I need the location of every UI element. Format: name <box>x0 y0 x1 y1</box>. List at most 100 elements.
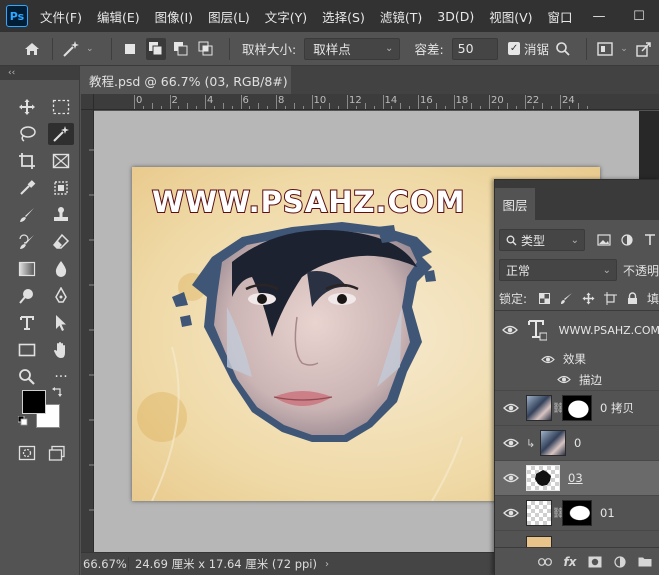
add-mask-button[interactable] <box>585 552 605 572</box>
stamp-tool[interactable] <box>48 204 74 226</box>
dodge-tool[interactable] <box>14 285 40 307</box>
layer-item-partial[interactable] <box>495 531 659 548</box>
menu-image[interactable]: 图像(I) <box>155 7 193 26</box>
status-menu-arrow[interactable]: › <box>325 559 329 570</box>
visibility-toggle[interactable] <box>500 508 522 518</box>
sample-size-select[interactable]: 取样点 ⌄ <box>304 37 401 60</box>
sample-all-layers-button[interactable] <box>553 38 573 60</box>
default-colors-icon[interactable] <box>18 416 28 426</box>
lock-all-button[interactable] <box>624 289 641 307</box>
layer-item-0-copy[interactable]: ⛓ 0 拷贝 <box>495 391 659 426</box>
magic-wand-tool[interactable] <box>48 123 74 145</box>
visibility-toggle[interactable] <box>537 355 559 364</box>
subtract-from-selection-button[interactable] <box>171 38 191 60</box>
filter-adjustment-button[interactable] <box>618 231 636 249</box>
lock-position-button[interactable] <box>580 289 597 307</box>
new-adjustment-layer-button[interactable] <box>610 552 630 572</box>
ruler-tick-label: 24 <box>562 95 575 106</box>
new-selection-button[interactable] <box>120 38 140 60</box>
visibility-toggle[interactable] <box>553 375 575 384</box>
layer-filter-select[interactable]: 类型 ⌄ <box>499 229 585 251</box>
layer-mask-thumbnail[interactable] <box>562 395 592 421</box>
filter-type-button[interactable] <box>641 231 659 249</box>
home-button[interactable] <box>20 37 44 61</box>
menu-type[interactable]: 文字(Y) <box>265 7 307 26</box>
foreground-color-swatch[interactable] <box>22 390 46 414</box>
adjustment-icon <box>614 555 626 568</box>
blur-tool[interactable] <box>48 258 74 280</box>
zoom-tool[interactable] <box>14 366 40 388</box>
frame-tool[interactable] <box>48 150 74 172</box>
gradient-tool[interactable] <box>14 258 40 280</box>
tolerance-input[interactable]: 50 <box>451 37 499 60</box>
chevron-down-icon: ⌄ <box>85 43 94 54</box>
zoom-level[interactable]: 66.67% <box>81 557 129 571</box>
rectangle-tool[interactable] <box>14 339 40 361</box>
share-button[interactable] <box>634 38 654 60</box>
horizontal-ruler[interactable]: 0 2 4 6 8 10 12 14 16 18 20 22 24 <box>94 94 659 110</box>
layer-effect-stroke[interactable]: 描边 <box>495 369 659 391</box>
marquee-tool[interactable] <box>48 96 74 118</box>
document-tab[interactable]: 教程.psd @ 66.7% (03, RGB/8#) * × <box>81 66 291 94</box>
menu-filter[interactable]: 滤镜(T) <box>380 7 422 26</box>
layer-item-03[interactable]: 03 <box>495 461 659 496</box>
add-layer-style-button[interactable]: fx <box>560 552 580 572</box>
add-to-selection-button[interactable] <box>145 37 166 60</box>
ruler-tick <box>489 95 490 109</box>
antialias-checkbox[interactable]: ✓ <box>508 42 521 55</box>
select-subject-button[interactable] <box>595 38 615 60</box>
crop-tool[interactable] <box>14 150 40 172</box>
vertical-ruler[interactable] <box>81 110 94 552</box>
lock-transparent-button[interactable] <box>536 289 553 307</box>
brush-tool[interactable] <box>14 204 40 226</box>
layer-item-text[interactable]: WWW.PSAHZ.COM <box>495 311 659 349</box>
ruler-minor-tick <box>178 106 180 109</box>
blend-mode-select[interactable]: 正常 ⌄ <box>499 259 617 281</box>
lasso-tool[interactable] <box>14 123 40 145</box>
text-layer-thumbnail <box>524 317 548 343</box>
layer-item-01[interactable]: ⛓ 01 <box>495 496 659 531</box>
screen-mode-button[interactable] <box>44 442 70 464</box>
menu-select[interactable]: 选择(S) <box>322 7 365 26</box>
history-brush-tool[interactable] <box>14 231 40 253</box>
lock-image-button[interactable] <box>558 289 575 307</box>
ruler-minor-tick <box>409 106 411 109</box>
move-tool[interactable] <box>14 96 40 118</box>
path-selection-tool[interactable] <box>48 312 74 334</box>
visibility-toggle[interactable] <box>500 403 522 413</box>
toolbox-collapse-button[interactable]: ‹‹ <box>0 66 79 80</box>
ruler-minor-tick <box>284 106 286 109</box>
lock-artboard-button[interactable] <box>602 289 619 307</box>
layer-mask-thumbnail[interactable] <box>562 500 592 526</box>
menu-edit[interactable]: 编辑(E) <box>97 7 140 26</box>
pen-tool[interactable] <box>48 285 74 307</box>
type-tool[interactable] <box>14 312 40 334</box>
visibility-toggle[interactable] <box>500 473 522 483</box>
menu-3d[interactable]: 3D(D) <box>437 9 474 24</box>
layer-effects-row[interactable]: 效果 <box>495 349 659 369</box>
visibility-toggle[interactable] <box>500 325 520 335</box>
link-layers-button[interactable] <box>535 552 555 572</box>
filter-pixel-button[interactable] <box>595 231 613 249</box>
eraser-tool[interactable] <box>48 231 74 253</box>
maximize-button[interactable]: ☐ <box>619 9 659 24</box>
layer-item-0[interactable]: ↳ 0 <box>495 426 659 461</box>
eyedropper-tool[interactable] <box>14 177 40 199</box>
spot-healing-tool[interactable] <box>48 177 74 199</box>
quick-mask-button[interactable] <box>14 442 40 464</box>
tab-layers[interactable]: 图层 <box>495 188 535 220</box>
visibility-toggle[interactable] <box>500 438 522 448</box>
menu-file[interactable]: 文件(F) <box>40 7 82 26</box>
ruler-origin[interactable] <box>81 94 94 110</box>
chevron-down-icon: ⌄ <box>570 234 579 246</box>
magic-wand-preset-button[interactable] <box>61 38 81 60</box>
intersect-selection-button[interactable] <box>196 38 216 60</box>
menu-view[interactable]: 视图(V) <box>489 7 532 26</box>
swap-colors-icon[interactable] <box>52 386 64 398</box>
minimize-button[interactable]: — <box>579 9 619 24</box>
more-tools-button[interactable]: ··· <box>48 366 74 388</box>
layer-name: 03 <box>568 471 583 485</box>
menu-layer[interactable]: 图层(L) <box>208 7 250 26</box>
new-group-button[interactable] <box>635 552 655 572</box>
hand-tool[interactable] <box>48 339 74 361</box>
